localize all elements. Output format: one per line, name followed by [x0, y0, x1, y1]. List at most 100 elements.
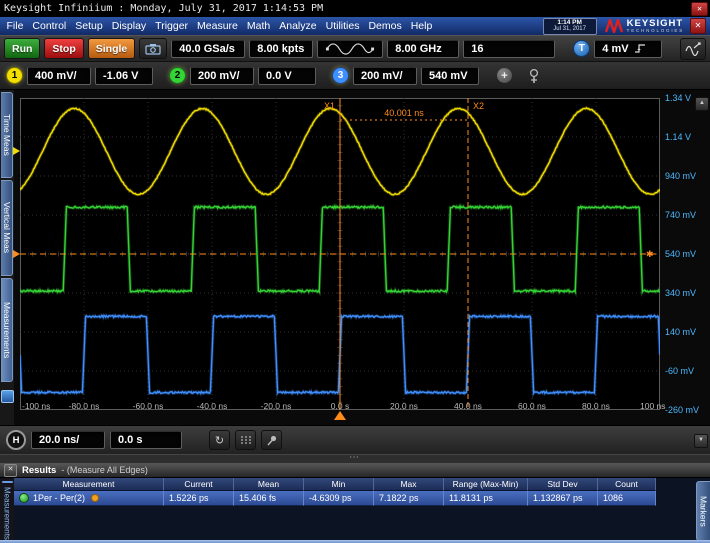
menu-help[interactable]: Help	[406, 17, 437, 35]
run-button[interactable]: Run	[4, 38, 40, 59]
results-title: Results	[22, 465, 56, 476]
menu-analyze[interactable]: Analyze	[275, 17, 321, 35]
t-axis-label: 60.0 ns	[518, 401, 546, 411]
v-axis-label: 940 mV	[665, 171, 709, 181]
channel-1-ground-marker[interactable]	[13, 147, 20, 155]
window-close-button[interactable]: ✕	[691, 2, 708, 16]
menu-utilities[interactable]: Utilities	[321, 17, 364, 35]
v-axis-label: 1.14 V	[665, 132, 709, 142]
waveform-edit-icon	[685, 42, 701, 56]
col-min: Min	[304, 478, 374, 491]
acquire-clock-button[interactable]: ↻	[209, 430, 230, 450]
trigger-time-marker[interactable]	[334, 411, 346, 420]
acquisition-mode-button[interactable]	[317, 40, 383, 58]
trigger-level-value: 4 mV	[602, 43, 628, 55]
measurement-row[interactable]: 1Per - Per(2) 1.5226 ps 15.406 fs -4.630…	[14, 491, 696, 506]
menu-math[interactable]: Math	[242, 17, 274, 35]
channel-1-offset[interactable]: -1.06 V	[95, 67, 153, 85]
tab-vertical-meas[interactable]: Vertical Meas	[1, 180, 13, 276]
svg-text:40.001 ns: 40.001 ns	[384, 108, 424, 118]
channel-1-scale[interactable]: 400 mV/	[27, 67, 91, 85]
menu-demos[interactable]: Demos	[364, 17, 406, 35]
col-measurement: Measurement	[14, 478, 164, 491]
add-waveform-button[interactable]: +	[497, 68, 512, 83]
measurements-drawer-icon[interactable]	[1, 390, 14, 403]
timebase-readout[interactable]: 20.0 ns/	[31, 431, 105, 449]
t-axis-label: 100 ns	[640, 401, 666, 411]
menu-bar: File Control Setup Display Trigger Measu…	[0, 17, 710, 35]
svg-text:✱: ✱	[646, 249, 654, 259]
v-axis-label: -260 mV	[665, 405, 709, 415]
range-cell: 11.8131 ps	[444, 491, 528, 506]
brand-subtitle: TECHNOLOGIES	[627, 29, 684, 34]
markers-tab-label: Markers	[699, 496, 709, 527]
channel-1-button[interactable]: 1	[6, 67, 23, 84]
keysight-spark-icon	[605, 19, 623, 33]
results-panel: ✕ Results - (Measure All Edges) Measurem…	[0, 463, 710, 543]
measurements-panel-icon[interactable]	[2, 481, 13, 483]
acquisition-toolbar: Run Stop Single 40.0 GSa/s 8.00 kpts 8.0…	[0, 35, 710, 62]
trigger-level-marker[interactable]	[13, 250, 20, 258]
pin-annotation-button[interactable]	[261, 430, 282, 450]
channel-3-offset[interactable]: 540 mV	[421, 67, 479, 85]
waveform-mode-icon	[325, 42, 375, 56]
tab-measurements[interactable]: Measurements	[1, 278, 13, 382]
tab-markers[interactable]: Markers	[696, 481, 710, 541]
stddev-cell: 1.132867 ps	[528, 491, 598, 506]
t-axis-label: -20.0 ns	[261, 401, 292, 411]
title-bar: Keysight Infiniium : Monday, July 31, 20…	[0, 0, 710, 17]
results-table: Measurement Current Mean Min Max Range (…	[14, 478, 696, 506]
menu-measure[interactable]: Measure	[193, 17, 243, 35]
max-cell: 7.1822 ps	[374, 491, 444, 506]
t-axis-label: 80.0 ns	[582, 401, 610, 411]
channel-2-button[interactable]: 2	[169, 67, 186, 84]
scroll-down-button[interactable]: ▼	[694, 434, 708, 448]
row-filler	[656, 491, 696, 506]
col-current: Current	[164, 478, 234, 491]
menu-file[interactable]: File	[2, 17, 28, 35]
menu-setup[interactable]: Setup	[71, 17, 107, 35]
bandwidth-readout[interactable]: 8.00 GHz	[387, 40, 459, 58]
measurement-name: 1Per - Per(2)	[33, 493, 85, 503]
svg-text:X2: X2	[473, 101, 484, 111]
panel-splitter[interactable]: ⋯	[0, 454, 710, 463]
pin-icon	[266, 434, 278, 446]
probe-button[interactable]	[522, 65, 546, 86]
trigger-level-readout[interactable]: 4 mV	[594, 40, 662, 58]
results-header: ✕ Results - (Measure All Edges)	[0, 463, 710, 478]
scroll-up-button[interactable]: ▲	[695, 97, 709, 111]
averaging-readout[interactable]: 16	[463, 40, 555, 58]
stop-button[interactable]: Stop	[44, 38, 83, 59]
menu-control[interactable]: Control	[28, 17, 71, 35]
t-axis-label: -40.0 ns	[197, 401, 228, 411]
waveform-plot[interactable]: X1 X2 40.001 ns ✱	[20, 98, 660, 410]
marker-color-icon	[91, 494, 99, 502]
tab-time-meas[interactable]: Time Meas	[1, 92, 13, 178]
memory-depth-readout[interactable]: 8.00 kpts	[249, 40, 313, 58]
channel-2-scale[interactable]: 200 mV/	[190, 67, 254, 85]
delay-readout[interactable]: 0.0 s	[110, 431, 182, 449]
results-subtitle: - (Measure All Edges)	[61, 465, 148, 475]
window-title: Keysight Infiniium : Monday, July 31, 20…	[4, 3, 323, 14]
channel-3-scale[interactable]: 200 mV/	[353, 67, 417, 85]
trigger-source-button[interactable]: T	[573, 40, 590, 57]
horizontal-button[interactable]: H	[6, 430, 26, 450]
svg-text:X1: X1	[324, 101, 335, 111]
single-button[interactable]: Single	[88, 38, 136, 59]
analyze-waveform-button[interactable]	[680, 38, 706, 60]
close-results-button[interactable]: ✕	[4, 464, 17, 477]
menu-trigger[interactable]: Trigger	[151, 17, 193, 35]
clock-date: Jul 31, 2017	[553, 26, 586, 32]
channel-2-offset[interactable]: 0.0 V	[258, 67, 316, 85]
camera-button[interactable]	[139, 38, 167, 59]
grid-display-button[interactable]	[235, 430, 256, 450]
v-axis-label: -60 mV	[665, 366, 709, 376]
col-range: Range (Max-Min)	[444, 478, 528, 491]
channel-3-button[interactable]: 3	[332, 67, 349, 84]
sample-rate-readout[interactable]: 40.0 GSa/s	[171, 40, 245, 58]
app-exit-button[interactable]: ✕	[690, 18, 706, 34]
menu-display[interactable]: Display	[107, 17, 150, 35]
probe-icon	[527, 68, 541, 84]
t-axis-label: 20.0 ns	[390, 401, 418, 411]
v-axis-label: 540 mV	[665, 249, 709, 259]
